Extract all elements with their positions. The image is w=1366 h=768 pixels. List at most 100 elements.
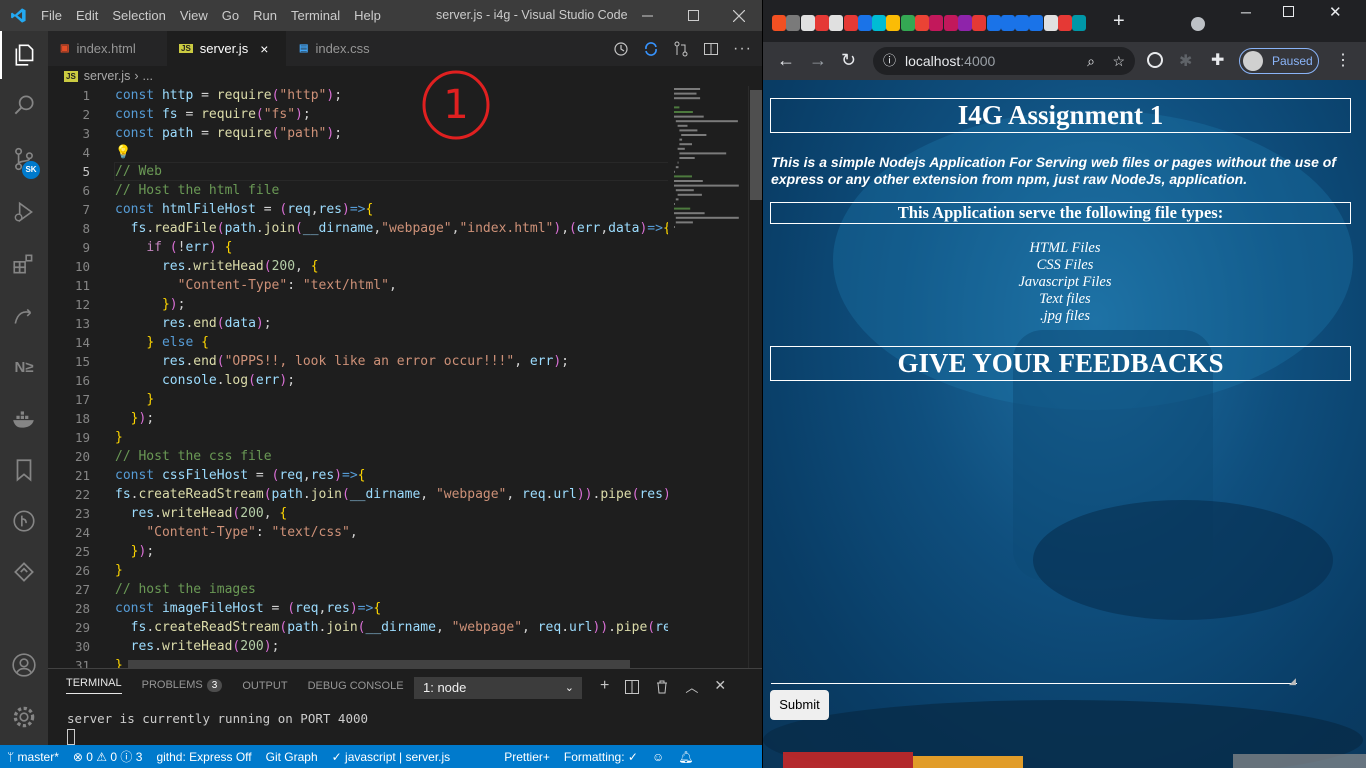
pinned-tab-favicon-icon[interactable] (829, 15, 844, 31)
forward-arrow-icon[interactable]: → (809, 50, 827, 71)
branch-status[interactable]: ᛘ master* (0, 750, 66, 764)
source-control-button[interactable]: SK (0, 135, 48, 183)
bookmark-star-icon[interactable]: ☆ (1112, 47, 1125, 75)
close-button[interactable] (716, 0, 762, 31)
submit-button[interactable]: Submit (770, 690, 829, 720)
minimize-button[interactable] (624, 0, 670, 31)
pinned-tab-favicon-icon[interactable] (986, 15, 1001, 31)
feedback-icon[interactable]: ☺ (645, 750, 671, 764)
tab-index-html[interactable]: ▣ index.html (48, 31, 166, 66)
docker-button[interactable] (0, 395, 48, 443)
breadcrumb-file[interactable]: server.js (84, 69, 131, 83)
pinned-tab-favicon-icon[interactable] (814, 15, 829, 31)
githd-status[interactable]: githd: Express Off (149, 750, 258, 764)
pinned-tab-favicon-icon[interactable] (1029, 15, 1044, 31)
resize-handle-icon[interactable]: ◢ (1289, 676, 1296, 687)
bookmarks-button[interactable] (0, 446, 48, 494)
more-actions-icon[interactable]: ··· (733, 40, 752, 58)
close-panel-icon[interactable]: ✕ (714, 677, 726, 696)
address-bar[interactable]: ⓘ localhost:4000 ⌕ ☆ (873, 47, 1135, 75)
extensions-puzzle-icon[interactable]: ✚ (1211, 50, 1224, 70)
prettier-status[interactable]: Prettier+ (497, 750, 557, 764)
minimize-icon[interactable]: ─ (1241, 4, 1251, 20)
pinned-tab-favicon-icon[interactable] (957, 15, 972, 31)
tab-server-js[interactable]: JS server.js × (167, 31, 286, 66)
notifications-bell-icon[interactable]: 🔔︎ (671, 750, 700, 764)
pinned-tab-favicon-icon[interactable] (857, 15, 872, 31)
tab-search-icon[interactable] (1191, 17, 1205, 31)
n2-button[interactable]: N≥ (0, 343, 48, 391)
pinned-tab-favicon-icon[interactable] (843, 15, 858, 31)
reload-icon[interactable]: ↻ (841, 50, 856, 71)
explorer-button[interactable] (0, 31, 48, 79)
split-terminal-icon[interactable] (625, 680, 640, 694)
pinned-tab-favicon-icon[interactable] (1072, 15, 1087, 31)
pinned-tab-favicon-icon[interactable] (929, 15, 944, 31)
open-changes-icon[interactable] (673, 41, 689, 57)
maximize-panel-icon[interactable]: ︿ (685, 677, 698, 696)
profile-paused-button[interactable]: Paused (1239, 48, 1319, 74)
new-tab-icon[interactable]: + (1113, 10, 1125, 33)
maximize-button[interactable] (670, 0, 716, 31)
pinned-tab-favicon-icon[interactable] (972, 15, 987, 31)
problems-status[interactable]: ⊗ 0 ⚠ 0 ⓘ 3 (66, 748, 150, 765)
close-tab-icon[interactable]: × (260, 41, 268, 57)
extensions-button[interactable] (0, 240, 48, 288)
trash-icon[interactable] (655, 680, 669, 694)
split-editor-icon[interactable] (703, 41, 719, 57)
menu-run[interactable]: Run (246, 0, 284, 31)
minimap[interactable] (668, 86, 748, 668)
azure-button[interactable] (0, 548, 48, 596)
menu-help[interactable]: Help (347, 0, 388, 31)
chrome-menu-icon[interactable]: ⋮ (1335, 50, 1351, 70)
menu-edit[interactable]: Edit (69, 0, 105, 31)
language-status[interactable]: ✓ javascript | server.js (325, 750, 458, 764)
bug-extension-icon[interactable]: ✱ (1179, 51, 1192, 71)
manage-button[interactable] (0, 693, 48, 741)
timeline-icon[interactable] (613, 41, 629, 57)
tab-debug-console[interactable]: DEBUG CONSOLE (308, 680, 404, 692)
pinned-tab-favicon-icon[interactable] (1000, 15, 1015, 31)
close-icon[interactable]: ✕ (1329, 3, 1342, 21)
account-button[interactable] (0, 641, 48, 689)
pinned-tab-favicon-icon[interactable] (915, 15, 929, 31)
git-graph-status[interactable]: Git Graph (259, 750, 325, 764)
pinned-tab-favicon-icon[interactable] (1043, 15, 1058, 31)
pinned-tab-favicon-icon[interactable] (1015, 15, 1030, 31)
code-editor[interactable]: 1 2 3 4 5 6 7 8 9 10 11 12 13 14 15 16 17 18 19 20 21 22 23 24 2… (48, 86, 668, 668)
search-button[interactable] (0, 81, 48, 129)
pinned-tab-favicon-icon[interactable] (786, 15, 801, 31)
horizontal-scrollbar[interactable] (128, 660, 630, 668)
menu-selection[interactable]: Selection (105, 0, 172, 31)
maximize-icon[interactable] (1283, 6, 1294, 17)
formatting-status[interactable]: Formatting: ✓ (557, 750, 645, 764)
live-share-sync-icon[interactable] (643, 41, 659, 57)
pinned-tab-favicon-icon[interactable] (772, 15, 786, 31)
pinned-tab-favicon-icon[interactable] (800, 15, 815, 31)
zoom-search-icon[interactable]: ⌕ (1087, 47, 1095, 75)
extension-icon[interactable] (1147, 52, 1163, 68)
git-graph-button[interactable] (0, 497, 48, 545)
menu-view[interactable]: View (173, 0, 215, 31)
feedback-textarea[interactable] (771, 683, 1297, 684)
breadcrumb-more[interactable]: ... (143, 69, 153, 83)
pinned-tab-favicon-icon[interactable] (1058, 15, 1072, 31)
back-arrow-icon[interactable]: ← (777, 50, 795, 71)
pinned-tab-favicon-icon[interactable] (943, 15, 958, 31)
terminal-select[interactable]: 1: node ⌄ (414, 677, 582, 699)
pinned-tab-favicon-icon[interactable] (886, 15, 901, 31)
site-info-icon[interactable]: ⓘ (883, 47, 896, 75)
live-share-button[interactable] (0, 293, 48, 341)
menu-go[interactable]: Go (215, 0, 246, 31)
tab-problems[interactable]: PROBLEMS 3 (142, 679, 223, 692)
new-terminal-icon[interactable]: + (600, 677, 609, 696)
terminal-cursor[interactable] (67, 729, 75, 745)
tab-terminal[interactable]: TERMINAL (66, 677, 122, 694)
vertical-scrollbar[interactable] (748, 86, 762, 668)
scrollbar-thumb[interactable] (750, 90, 762, 200)
menu-terminal[interactable]: Terminal (284, 0, 347, 31)
tab-output[interactable]: OUTPUT (242, 680, 287, 692)
menu-file[interactable]: File (34, 0, 69, 31)
pinned-tab-favicon-icon[interactable] (872, 15, 887, 31)
tab-index-css[interactable]: ▤ index.css (287, 31, 405, 66)
